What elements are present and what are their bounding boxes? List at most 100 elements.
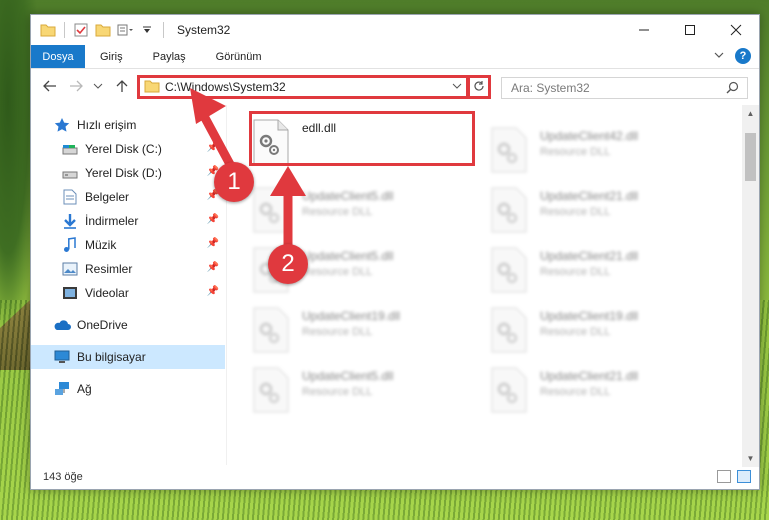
pin-icon[interactable]: 📌 <box>207 262 219 273</box>
close-button[interactable] <box>713 15 759 45</box>
tab-view[interactable]: Görünüm <box>201 45 277 68</box>
address-path[interactable]: C:\Windows\System32 <box>165 80 286 94</box>
address-bar[interactable]: C:\Windows\System32 <box>137 75 469 99</box>
sidebar-item-downloads[interactable]: İndirmeler 📌 <box>31 209 225 233</box>
file-info: UpdateClient21.dll Resource DLL <box>540 185 638 218</box>
sidebar-item-label: İndirmeler <box>85 214 139 228</box>
status-bar: 143 öğe <box>31 465 759 489</box>
file-name: UpdateClient5.dll <box>302 249 394 263</box>
sidebar-item-pictures[interactable]: Resimler 📌 <box>31 257 225 281</box>
file-name: UpdateClient19.dll <box>540 309 639 323</box>
file-info: UpdateClient19.dll Resource DLL <box>302 305 400 338</box>
cloud-icon <box>53 316 71 334</box>
sidebar-item-local-disk-c[interactable]: Yerel Disk (C:) 📌 <box>31 137 225 161</box>
explorer-window: System32 Dosya Giriş Paylaş Görünüm ? C:… <box>30 14 760 490</box>
vertical-scrollbar[interactable]: ▲ ▼ <box>742 105 759 467</box>
new-folder-icon[interactable] <box>94 21 112 39</box>
pin-icon[interactable]: 📌 <box>207 142 219 153</box>
customize-toolbar-icon[interactable] <box>116 21 134 39</box>
sidebar-item-onedrive[interactable]: OneDrive <box>31 313 225 337</box>
search-box[interactable] <box>501 77 748 99</box>
ribbon-right-controls: ? <box>713 48 751 64</box>
sidebar-item-documents[interactable]: Belgeler 📌 <box>31 185 225 209</box>
view-toggles <box>717 470 751 483</box>
folder-icon <box>39 21 57 39</box>
sidebar-item-label: Müzik <box>85 238 117 252</box>
sidebar-item-label: Belgeler <box>85 190 130 204</box>
sidebar-item-videos[interactable]: Videolar 📌 <box>31 281 225 305</box>
navigation-pane: Hızlı erişim Yerel Disk (C:) 📌 Yerel Dis… <box>31 105 227 465</box>
title-bar: System32 <box>31 15 759 45</box>
search-input[interactable] <box>511 81 711 95</box>
pin-icon[interactable]: 📌 <box>207 214 219 225</box>
dll-gear-icon <box>490 247 534 295</box>
tab-home[interactable]: Giriş <box>85 45 138 68</box>
file-info: UpdateClient5.dll Resource DLL <box>302 245 393 278</box>
large-icons-view-icon[interactable] <box>737 470 751 483</box>
sidebar-item-label: Resimler <box>85 262 133 276</box>
file-tile[interactable]: UpdateClient5.dll Resource DLL <box>252 185 482 239</box>
file-name: UpdateClient21.dll <box>540 189 639 203</box>
file-type: Resource DLL <box>302 386 373 398</box>
file-highlight-box <box>249 111 475 166</box>
file-tile[interactable]: UpdateClient5.dll Resource DLL <box>252 365 482 419</box>
window-controls <box>621 15 759 45</box>
sidebar-item-network[interactable]: Ağ <box>31 377 225 401</box>
music-icon <box>61 236 79 254</box>
file-type: Resource DLL <box>540 386 611 398</box>
file-tile[interactable]: UpdateClient42.dll Resource DLL <box>490 125 720 179</box>
dll-gear-icon <box>490 367 534 415</box>
file-tile[interactable]: UpdateClient21.dll Resource DLL <box>490 245 720 299</box>
sidebar-item-label: Videolar <box>85 286 129 300</box>
sidebar-item-label: Yerel Disk (C:) <box>85 142 162 156</box>
file-info: UpdateClient42.dll Resource DLL <box>540 125 638 158</box>
sidebar-item-this-pc[interactable]: Bu bilgisayar <box>31 345 225 369</box>
file-info: UpdateClient19.dll Resource DLL <box>540 305 638 338</box>
file-tile[interactable]: UpdateClient19.dll Resource DLL <box>490 305 720 359</box>
file-type: Resource DLL <box>540 326 611 338</box>
sidebar-item-label: Yerel Disk (D:) <box>85 166 162 180</box>
forward-button[interactable] <box>65 75 87 97</box>
drive-icon <box>61 164 79 182</box>
sidebar-item-quick-access[interactable]: Hızlı erişim <box>31 113 225 137</box>
toolbar-divider <box>163 22 164 38</box>
step-badge-1: 1 <box>214 162 254 202</box>
file-name: UpdateClient21.dll <box>540 249 639 263</box>
minimize-button[interactable] <box>621 15 667 45</box>
sidebar-item-local-disk-d[interactable]: Yerel Disk (D:) 📌 <box>31 161 225 185</box>
sidebar-item-music[interactable]: Müzik 📌 <box>31 233 225 257</box>
navigation-bar: C:\Windows\System32 <box>31 69 759 103</box>
refresh-button[interactable] <box>467 75 491 99</box>
expand-ribbon-icon[interactable] <box>713 49 725 63</box>
tab-file[interactable]: Dosya <box>31 45 85 68</box>
file-type: Resource DLL <box>302 266 373 278</box>
file-tile[interactable]: UpdateClient21.dll Resource DLL <box>490 185 720 239</box>
dll-gear-icon <box>252 187 296 235</box>
file-tile[interactable]: UpdateClient19.dll Resource DLL <box>252 305 482 359</box>
sidebar-item-label: Ağ <box>77 382 92 396</box>
pin-icon[interactable]: 📌 <box>207 286 219 297</box>
file-type: Resource DLL <box>540 266 611 278</box>
maximize-button[interactable] <box>667 15 713 45</box>
dll-gear-icon <box>252 307 296 355</box>
chevron-down-icon[interactable] <box>138 21 156 39</box>
address-dropdown-icon[interactable] <box>452 81 462 93</box>
details-view-icon[interactable] <box>717 470 731 483</box>
scroll-up-icon[interactable]: ▲ <box>742 105 759 122</box>
sidebar-item-label: OneDrive <box>77 318 128 332</box>
recent-locations-chevron-icon[interactable] <box>87 75 109 97</box>
properties-icon[interactable] <box>72 21 90 39</box>
scrollbar-thumb[interactable] <box>745 133 756 181</box>
file-tile[interactable]: UpdateClient21.dll Resource DLL <box>490 365 720 419</box>
file-type: Resource DLL <box>540 206 611 218</box>
help-icon[interactable]: ? <box>735 48 751 64</box>
tab-share[interactable]: Paylaş <box>138 45 201 68</box>
dll-gear-icon <box>490 127 534 175</box>
documents-icon <box>61 188 79 206</box>
up-button[interactable] <box>111 75 133 97</box>
file-name: UpdateClient19.dll <box>302 309 401 323</box>
drive-icon <box>61 140 79 158</box>
file-info: UpdateClient5.dll Resource DLL <box>302 365 393 398</box>
pin-icon[interactable]: 📌 <box>207 238 219 249</box>
back-button[interactable] <box>39 75 61 97</box>
